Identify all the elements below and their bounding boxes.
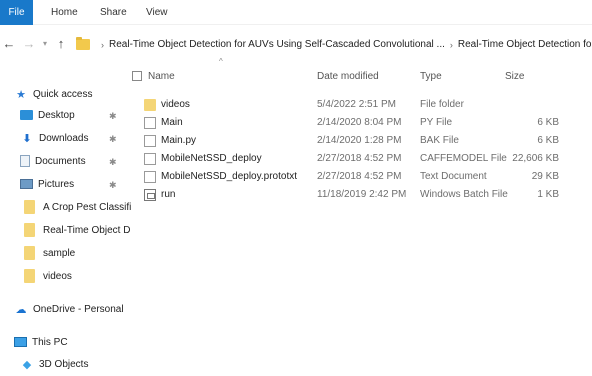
onedrive-cloud-icon: ☁ [15, 303, 27, 316]
tab-home[interactable]: Home [51, 5, 78, 21]
file-name: Main.py [161, 135, 197, 146]
sidebar-item-label: videos [43, 270, 72, 282]
batch-file-icon [144, 189, 156, 201]
sidebar-item-pictures[interactable]: Pictures [20, 174, 74, 194]
column-header-name[interactable]: Name [148, 66, 175, 88]
file-size: 6 KB [537, 117, 559, 128]
tab-share[interactable]: Share [100, 5, 127, 21]
column-header-size[interactable]: Size [505, 66, 524, 88]
file-row-main-py[interactable]: Main.py 2/14/2020 1:28 PM BAK File 6 KB [130, 132, 590, 150]
up-arrow-icon[interactable]: ↑ [54, 36, 68, 52]
breadcrumb-chevron-icon: › [101, 39, 104, 50]
sidebar-item-sample[interactable]: sample [24, 243, 75, 263]
download-arrow-icon: ⬇ [22, 132, 32, 145]
tab-file[interactable]: File [0, 0, 33, 25]
file-date-modified: 2/27/2018 4:52 PM [317, 153, 402, 164]
file-date-modified: 2/27/2018 4:52 PM [317, 171, 402, 182]
file-row-videos[interactable]: videos 5/4/2022 2:51 PM File folder [130, 96, 590, 114]
file-name: MobileNetSSD_deploy [161, 153, 262, 164]
back-arrow-icon[interactable]: ← [2, 36, 16, 52]
sidebar-item-label: A Crop Pest Classifi [43, 201, 132, 213]
column-header-type[interactable]: Type [420, 66, 442, 88]
pin-icon[interactable]: ✱ [109, 180, 117, 191]
breadcrumb-chevron-icon: › [449, 39, 453, 50]
documents-icon [20, 155, 30, 167]
file-date-modified: 11/18/2019 2:42 PM [317, 189, 407, 200]
sidebar-item-desktop[interactable]: Desktop [20, 105, 75, 125]
file-date-modified: 2/14/2020 1:28 PM [317, 135, 402, 146]
file-name: MobileNetSSD_deploy.prototxt [161, 171, 297, 182]
breadcrumb-item[interactable]: Real-Time Object Detection for AUVs Usin… [109, 39, 445, 50]
forward-arrow-icon[interactable]: → [22, 36, 36, 52]
folder-icon [24, 200, 35, 214]
file-size: 1 KB [537, 189, 559, 200]
folder-icon [24, 223, 35, 237]
navigation-pane: ★ Quick access Desktop ✱ ⬇ Downloads ✱ D… [0, 80, 131, 376]
sidebar-item-label: Downloads [39, 132, 89, 144]
folder-icon [24, 246, 35, 260]
file-date-modified: 2/14/2020 8:04 PM [317, 117, 402, 128]
file-icon [144, 171, 156, 183]
folder-icon [144, 99, 156, 111]
file-row-main[interactable]: Main 2/14/2020 8:04 PM PY File 6 KB [130, 114, 590, 132]
sidebar-item-label: Pictures [38, 178, 75, 190]
select-all-checkbox[interactable] [132, 71, 142, 81]
file-type: File folder [420, 99, 464, 110]
sidebar-item-videos[interactable]: videos [24, 266, 72, 286]
breadcrumb-item-current[interactable]: Real-Time Object Detection for AUVs Usin… [458, 39, 592, 50]
this-pc-icon [14, 337, 27, 347]
desktop-icon [20, 110, 33, 120]
file-name: Main [161, 117, 183, 128]
ribbon-bar: File Home Share View [0, 0, 592, 25]
pin-icon[interactable]: ✱ [109, 157, 117, 168]
column-header-date-modified[interactable]: Date modified [317, 66, 379, 88]
file-type: Text Document [420, 171, 487, 182]
sidebar-item-3d-objects[interactable]: ◆ 3D Objects [20, 354, 89, 374]
sidebar-item-quick-access[interactable]: ★ Quick access [14, 84, 92, 104]
pin-icon[interactable]: ✱ [109, 111, 117, 122]
sidebar-item-onedrive[interactable]: ☁ OneDrive - Personal [14, 299, 124, 319]
file-row-mobilenetssd-deploy[interactable]: MobileNetSSD_deploy 2/27/2018 4:52 PM CA… [130, 150, 590, 168]
address-bar[interactable]: › Real-Time Object Detection for AUVs Us… [76, 35, 592, 54]
file-type: PY File [420, 117, 453, 128]
file-date-modified: 5/4/2022 2:51 PM [317, 99, 396, 110]
file-size: 6 KB [537, 135, 559, 146]
sidebar-item-real-time-object[interactable]: Real-Time Object D [24, 220, 130, 240]
file-row-run[interactable]: run 11/18/2019 2:42 PM Windows Batch Fil… [130, 186, 590, 204]
sidebar-item-this-pc[interactable]: This PC [14, 332, 68, 352]
sidebar-item-label: 3D Objects [39, 358, 89, 370]
file-size: 29 KB [531, 171, 559, 182]
file-icon [144, 117, 156, 129]
star-icon: ★ [16, 88, 26, 101]
file-size: 22,606 KB [512, 153, 559, 164]
sidebar-item-label: OneDrive - Personal [33, 303, 124, 315]
file-name: videos [161, 99, 190, 110]
sidebar-item-label: Quick access [33, 88, 93, 100]
tab-view[interactable]: View [146, 5, 168, 21]
pin-icon[interactable]: ✱ [109, 134, 117, 145]
recent-locations-chevron-icon[interactable]: ▾ [38, 36, 52, 52]
file-row-mobilenetssd-prototxt[interactable]: MobileNetSSD_deploy.prototxt 2/27/2018 4… [130, 168, 590, 186]
sidebar-item-label: This PC [32, 336, 68, 348]
file-icon [144, 153, 156, 165]
folder-icon [76, 37, 90, 50]
sidebar-item-label: sample [43, 247, 76, 259]
file-icon [144, 135, 156, 147]
file-name: run [161, 189, 176, 200]
sidebar-item-documents[interactable]: Documents [20, 151, 86, 171]
sidebar-item-label: Real-Time Object D [43, 224, 131, 236]
file-type: BAK File [420, 135, 459, 146]
sidebar-item-label: Documents [35, 155, 86, 167]
file-size [493, 96, 559, 114]
folder-icon [24, 269, 35, 283]
sidebar-item-downloads[interactable]: ⬇ Downloads [20, 128, 88, 148]
sidebar-item-label: Desktop [38, 109, 75, 121]
3d-objects-icon: ◆ [22, 358, 32, 371]
navigation-bar: ← → ▾ ↑ › Real-Time Object Detection for… [0, 30, 592, 58]
sidebar-item-crop-pest[interactable]: A Crop Pest Classifi [24, 197, 131, 217]
pictures-icon [20, 179, 33, 189]
sort-ascending-icon: ^ [219, 57, 223, 66]
